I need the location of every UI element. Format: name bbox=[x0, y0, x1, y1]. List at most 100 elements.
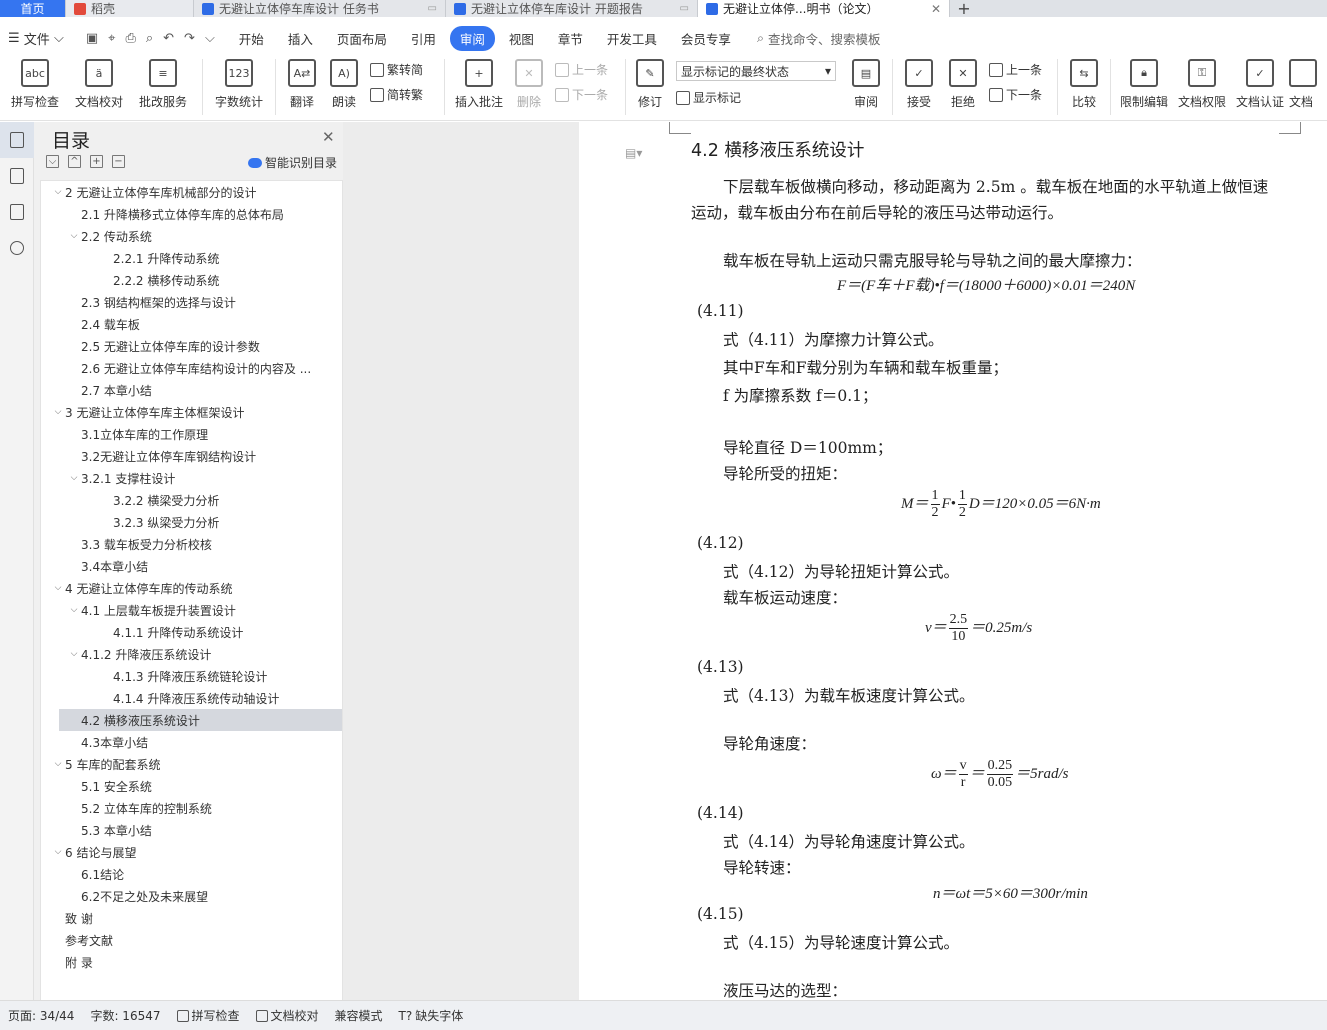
spell-check-button[interactable]: abc 拼写检查 bbox=[0, 55, 70, 115]
toc-item[interactable]: 3.2无避让立体停车库钢结构设计 bbox=[41, 445, 342, 467]
next-change-button[interactable]: 下一条 bbox=[989, 86, 1053, 103]
file-menu[interactable]: ☰ 文件 ⌵ bbox=[0, 29, 72, 48]
page-indicator[interactable]: 页面: 34/44 bbox=[0, 1007, 82, 1024]
add-item-icon[interactable]: + bbox=[90, 155, 103, 168]
toc-item[interactable]: 4.1.3 升降液压系统链轮设计 bbox=[41, 665, 342, 687]
insert-comment-button[interactable]: + 插入批注 bbox=[449, 55, 509, 115]
toc-item[interactable]: 3.4本章小结 bbox=[41, 555, 342, 577]
menu-developer[interactable]: 开发工具 bbox=[597, 26, 667, 51]
toc-item[interactable]: 3.2.3 纵梁受力分析 bbox=[41, 511, 342, 533]
doc-more-button[interactable]: 文档 bbox=[1289, 55, 1319, 115]
toc-item[interactable]: 2.1 升降横移式立体停车库的总体布局 bbox=[41, 203, 342, 225]
bookmark-nav-button[interactable] bbox=[0, 194, 34, 230]
toc-item[interactable]: 2.4 载车板 bbox=[41, 313, 342, 335]
command-search[interactable]: ⌕ 查找命令、搜索模板 bbox=[757, 29, 881, 48]
chevron-down-icon[interactable]: ⌵ bbox=[205, 31, 215, 46]
prev-change-button[interactable]: 上一条 bbox=[989, 61, 1053, 78]
spell-check-status[interactable]: 拼写检查 bbox=[169, 1007, 248, 1024]
chevron-down-icon[interactable]: ⌵ bbox=[67, 473, 81, 483]
chevron-down-icon[interactable]: ⌵ bbox=[51, 407, 65, 417]
doc-proof-button[interactable]: ä 文档校对 bbox=[70, 55, 128, 115]
toc-item[interactable]: 5.1 安全系统 bbox=[41, 775, 342, 797]
revise-button[interactable]: ✎ 修订 bbox=[630, 55, 670, 115]
new-tab-button[interactable]: + bbox=[950, 0, 978, 18]
word-count-button[interactable]: 123 字数统计 bbox=[207, 55, 271, 115]
read-aloud-button[interactable]: A) 朗读 bbox=[324, 55, 364, 115]
toc-item[interactable]: 2.6 无避让立体停车库结构设计的内容及 ... bbox=[41, 357, 342, 379]
toc-item[interactable]: 4.3本章小结 bbox=[41, 731, 342, 753]
chevron-down-icon[interactable]: ⌵ bbox=[67, 231, 81, 241]
chevron-down-icon[interactable]: ⌵ bbox=[51, 847, 65, 857]
close-icon[interactable]: ✕ bbox=[322, 128, 335, 146]
trad-to-simp-button[interactable]: 繁转简 bbox=[370, 61, 440, 78]
restrict-edit-button[interactable]: 🔒︎ 限制编辑 bbox=[1115, 55, 1173, 115]
chevron-down-icon[interactable]: ⌵ bbox=[67, 649, 81, 659]
toc-item[interactable]: 3.3 载车板受力分析校核 bbox=[41, 533, 342, 555]
doc-proof-status[interactable]: 文档校对 bbox=[248, 1007, 327, 1024]
toc-item[interactable]: 5.3 本章小结 bbox=[41, 819, 342, 841]
chevron-down-icon[interactable]: ⌵ bbox=[67, 605, 81, 615]
next-comment-button[interactable]: 下一条 bbox=[555, 86, 621, 103]
print-preview-icon[interactable]: ⌕ bbox=[146, 31, 153, 46]
print-icon[interactable]: ⎙ bbox=[125, 31, 135, 46]
doc-permission-button[interactable]: ⚿ 文档权限 bbox=[1173, 55, 1231, 115]
markup-state-select[interactable]: 显示标记的最终状态 ▾ bbox=[676, 61, 836, 81]
toc-item[interactable]: 2.2.2 横移传动系统 bbox=[41, 269, 342, 291]
toc-item[interactable]: 2.7 本章小结 bbox=[41, 379, 342, 401]
compare-button[interactable]: ⇆ 比较 bbox=[1062, 55, 1106, 115]
toc-item[interactable]: 3.1立体车库的工作原理 bbox=[41, 423, 342, 445]
collapse-all-icon[interactable]: ^ bbox=[68, 155, 81, 168]
tab-task-doc[interactable]: 无避让立体停车库设计 任务书 ▭ bbox=[194, 0, 446, 17]
remove-item-icon[interactable]: − bbox=[112, 155, 125, 168]
menu-page-layout[interactable]: 页面布局 bbox=[327, 26, 397, 51]
chevron-down-icon[interactable]: ⌵ bbox=[51, 583, 65, 593]
chapter-nav-button[interactable] bbox=[0, 158, 34, 194]
toc-item[interactable]: ⌵ 3.2.1 支撑柱设计 bbox=[41, 467, 342, 489]
toc-nav-button[interactable] bbox=[0, 122, 34, 158]
show-markup-button[interactable]: 显示标记 bbox=[676, 89, 844, 106]
toc-item[interactable]: 2.5 无避让立体停车库的设计参数 bbox=[41, 335, 342, 357]
undo-icon[interactable]: ↶ bbox=[163, 31, 174, 46]
toc-item[interactable]: ⌵ 5 车库的配套系统 bbox=[41, 753, 342, 775]
menu-insert[interactable]: 插入 bbox=[278, 26, 323, 51]
menu-member[interactable]: 会员专享 bbox=[671, 26, 741, 51]
toc-item[interactable]: 4.1.1 升降传动系统设计 bbox=[41, 621, 342, 643]
tab-daoke[interactable]: 稻壳 bbox=[66, 0, 194, 17]
translate-button[interactable]: A⇄ 翻译 bbox=[280, 55, 324, 115]
word-count-indicator[interactable]: 字数: 16547 bbox=[82, 1007, 168, 1024]
toc-item[interactable]: 4.1.4 升降液压系统传动轴设计 bbox=[41, 687, 342, 709]
toc-item[interactable]: 6.2不足之处及未来展望 bbox=[41, 885, 342, 907]
format-painter-icon[interactable]: ⌖ bbox=[108, 31, 115, 46]
menu-chapter[interactable]: 章节 bbox=[548, 26, 593, 51]
simp-to-trad-button[interactable]: 简转繁 bbox=[370, 86, 440, 103]
toc-item[interactable]: 附 录 bbox=[41, 951, 342, 973]
toc-item[interactable]: 2.3 钢结构框架的选择与设计 bbox=[41, 291, 342, 313]
toc-item[interactable]: 3.2.2 横梁受力分析 bbox=[41, 489, 342, 511]
tab-home[interactable]: 首页 bbox=[0, 0, 66, 17]
review-pane-button[interactable]: ▤ 审阅 bbox=[844, 55, 888, 115]
chevron-down-icon[interactable]: ⌵ bbox=[51, 759, 65, 769]
toc-item[interactable]: 5.2 立体车库的控制系统 bbox=[41, 797, 342, 819]
save-icon[interactable]: ▣ bbox=[86, 31, 98, 46]
pin-icon[interactable]: ▭ bbox=[428, 3, 437, 14]
toc-item[interactable]: ⌵ 2 无避让立体停车库机械部分的设计 bbox=[41, 181, 342, 203]
toc-item[interactable]: 6.1结论 bbox=[41, 863, 342, 885]
menu-start[interactable]: 开始 bbox=[229, 26, 274, 51]
toc-item[interactable]: ⌵ 4.1 上层载车板提升装置设计 bbox=[41, 599, 342, 621]
menu-references[interactable]: 引用 bbox=[401, 26, 446, 51]
close-icon[interactable]: ✕ bbox=[925, 2, 941, 16]
redo-icon[interactable]: ↷ bbox=[184, 31, 195, 46]
toc-item[interactable]: ⌵ 4 无避让立体停车库的传动系统 bbox=[41, 577, 342, 599]
menu-view[interactable]: 视图 bbox=[499, 26, 544, 51]
tab-proposal-doc[interactable]: 无避让立体停车库设计 开题报告 ▭ bbox=[446, 0, 698, 17]
toc-item[interactable]: ⌵ 6 结论与展望 bbox=[41, 841, 342, 863]
find-nav-button[interactable] bbox=[0, 230, 34, 266]
toc-item[interactable]: ⌵ 4.1.2 升降液压系统设计 bbox=[41, 643, 342, 665]
toc-item[interactable]: ⌵ 3 无避让立体停车库主体框架设计 bbox=[41, 401, 342, 423]
ai-detect-toc-button[interactable]: 智能识别目录 bbox=[248, 154, 337, 171]
accept-button[interactable]: ✓ 接受 bbox=[897, 55, 941, 115]
toc-item[interactable]: 2.2.1 升降传动系统 bbox=[41, 247, 342, 269]
annotate-service-button[interactable]: ≡ 批改服务 bbox=[128, 55, 198, 115]
menu-review[interactable]: 审阅 bbox=[449, 25, 495, 51]
reject-button[interactable]: ✕ 拒绝 bbox=[941, 55, 985, 115]
